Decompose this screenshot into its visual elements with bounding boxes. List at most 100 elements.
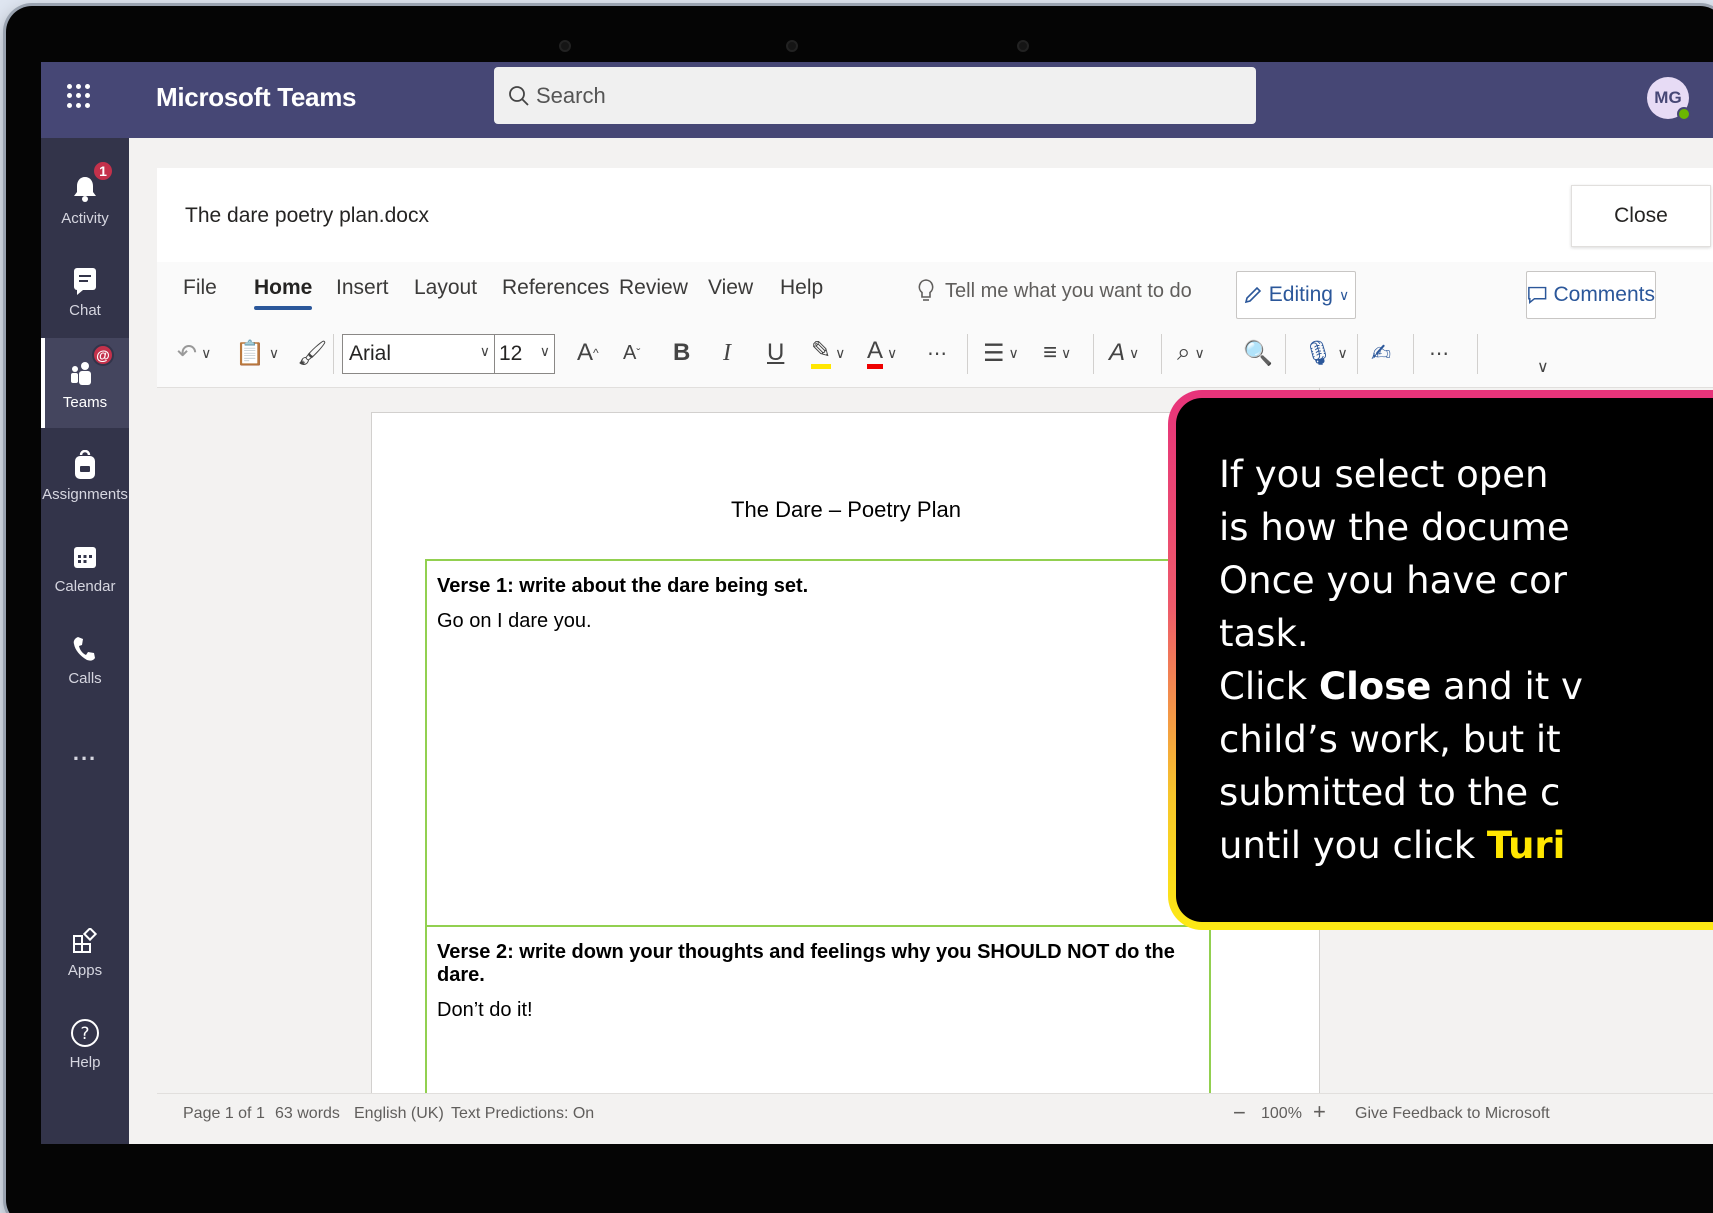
verse-body: Go on I dare you. xyxy=(437,610,592,632)
undo-icon[interactable]: ↶ ∨ xyxy=(177,334,211,372)
verse-heading: Verse 2: write down your thoughts and fe… xyxy=(437,941,1175,986)
callout-text: and it v xyxy=(1431,665,1583,708)
callout-line: submitted to the c xyxy=(1219,771,1561,814)
more-font-options-icon[interactable]: ⋯ xyxy=(927,334,947,372)
font-color-icon[interactable]: A ∨ xyxy=(867,334,897,372)
tab-insert[interactable]: Insert xyxy=(336,276,389,300)
italic-icon[interactable]: I xyxy=(723,334,731,372)
feedback-link[interactable]: Give Feedback to Microsoft xyxy=(1355,1105,1550,1123)
callout-line: until you click Turi xyxy=(1219,819,1713,872)
callout-line: child’s work, but it xyxy=(1219,718,1561,761)
rail-item-teams[interactable]: @ Teams xyxy=(41,338,129,428)
grow-font-icon[interactable]: A ^ xyxy=(577,334,599,372)
font-name-select[interactable]: Arial ∨ xyxy=(342,334,495,374)
callout-text: Click xyxy=(1219,665,1319,708)
tab-help[interactable]: Help xyxy=(780,276,823,300)
rail-label: Apps xyxy=(67,961,103,979)
align-icon[interactable]: ≡ ∨ xyxy=(1043,334,1071,372)
tab-home[interactable]: Home xyxy=(254,276,313,310)
verse-body: Don’t do it! xyxy=(437,999,533,1021)
more-options-icon[interactable]: ⋯ xyxy=(1429,334,1449,372)
document-header: The dare poetry plan.docx Close xyxy=(157,168,1713,262)
rail-item-calls[interactable]: Calls xyxy=(41,614,129,704)
bold-icon[interactable]: B xyxy=(673,334,690,372)
toolbar-divider xyxy=(333,334,334,374)
rail-item-calendar[interactable]: Calendar xyxy=(41,522,129,612)
table-row[interactable]: Verse 2: write down your thoughts and fe… xyxy=(427,927,1209,1093)
camera-dot xyxy=(1017,40,1029,52)
editing-mode-dropdown[interactable]: Editing ∨ xyxy=(1236,271,1356,319)
tab-view[interactable]: View xyxy=(708,276,753,300)
rail-item-assignments[interactable]: Assignments xyxy=(41,430,129,520)
verse-heading: Verse 1: write about the dare being set. xyxy=(437,575,809,597)
rail-label: Assignments xyxy=(42,485,128,503)
zoom-out-icon[interactable]: − xyxy=(1233,1100,1246,1126)
tell-me-box[interactable]: Tell me what you want to do xyxy=(917,278,1192,304)
poetry-plan-table: Verse 1: write about the dare being set.… xyxy=(425,559,1211,1093)
toolbar-divider xyxy=(1093,334,1094,374)
editing-label: Editing xyxy=(1268,283,1333,306)
find-icon[interactable]: ⌕ ∨ xyxy=(1177,334,1205,372)
language-status[interactable]: English (UK) xyxy=(354,1105,444,1123)
status-bar: Page 1 of 1 63 words English (UK) Text P… xyxy=(157,1093,1713,1133)
toolbar-divider xyxy=(1413,334,1414,374)
rail-item-activity[interactable]: 1 Activity xyxy=(41,154,129,244)
app-title: Microsoft Teams xyxy=(156,82,357,112)
callout-line: is how the docume xyxy=(1219,506,1570,549)
callout-highlight-turn-in: Turi xyxy=(1486,824,1566,867)
callout-line: If you select open xyxy=(1219,453,1549,496)
home-toolbar: ↶∨ 📋∨ 🖌 Arial ∨ 12 ∨ A^ Aˇ B I U ✎∨ xyxy=(157,326,1713,382)
clipboard-icon[interactable]: 📋 ∨ xyxy=(235,334,279,372)
dictate-icon[interactable]: 🎙 ∨ xyxy=(1303,334,1348,372)
rail-item-chat[interactable]: Chat xyxy=(41,246,129,336)
instruction-callout: If you select open is how the docume Onc… xyxy=(1168,390,1713,930)
document-filename: The dare poetry plan.docx xyxy=(185,204,429,227)
editor-icon[interactable]: 🔍 xyxy=(1243,334,1273,372)
underline-icon[interactable]: U xyxy=(767,334,784,372)
toolbar-divider xyxy=(1357,334,1358,374)
search-box[interactable] xyxy=(494,67,1256,124)
word-ribbon: File Home Insert Layout References Revie… xyxy=(157,262,1713,388)
close-button[interactable]: Close xyxy=(1571,185,1711,247)
tab-review[interactable]: Review xyxy=(619,276,688,300)
tab-file[interactable]: File xyxy=(183,276,217,300)
zoom-level[interactable]: 100% xyxy=(1261,1105,1302,1123)
camera-lens xyxy=(786,40,798,52)
camera-dot xyxy=(559,40,571,52)
toolbar-divider xyxy=(967,334,968,374)
word-count[interactable]: 63 words xyxy=(275,1105,340,1123)
shrink-font-icon[interactable]: Aˇ xyxy=(623,334,640,372)
tab-layout[interactable]: Layout xyxy=(414,276,477,300)
highlight-icon[interactable]: ✎ ∨ xyxy=(811,334,845,372)
bullets-icon[interactable]: ☰ ∨ xyxy=(983,334,1019,372)
help-icon: ? xyxy=(68,1016,102,1050)
rail-label: Teams xyxy=(62,393,108,411)
page-count: Page 1 of 1 xyxy=(183,1105,265,1122)
presence-available-icon xyxy=(1677,107,1691,121)
app-launcher-icon[interactable] xyxy=(59,76,99,116)
backpack-icon xyxy=(68,448,102,482)
font-size-select[interactable]: 12 ∨ xyxy=(495,334,555,374)
rail-item-help[interactable]: ? Help xyxy=(41,998,129,1088)
calendar-icon xyxy=(68,540,102,574)
tab-references[interactable]: References xyxy=(502,276,609,300)
format-painter-icon[interactable]: 🖌 xyxy=(297,334,327,372)
rail-item-more[interactable]: ... xyxy=(41,706,129,796)
rail-label: Calendar xyxy=(54,577,116,595)
styles-icon[interactable]: A ∨ xyxy=(1109,334,1139,372)
app-rail: 1 Activity Chat @ Teams Assignments Cale… xyxy=(41,138,129,1144)
table-row[interactable]: Verse 1: write about the dare being set.… xyxy=(427,561,1209,927)
comments-button[interactable]: Comments xyxy=(1526,271,1656,319)
callout-line: Click Close and it v xyxy=(1219,660,1713,713)
more-icon: ... xyxy=(72,740,98,765)
ribbon-collapse-icon[interactable]: ∨ xyxy=(1537,348,1549,386)
phone-icon xyxy=(68,632,102,666)
text-predictions-status[interactable]: Text Predictions: On xyxy=(451,1105,594,1123)
chevron-down-icon: ∨ xyxy=(1338,286,1350,303)
rail-item-apps[interactable]: Apps xyxy=(41,906,129,996)
bell-icon: 1 xyxy=(68,159,114,206)
search-input[interactable] xyxy=(536,82,1236,109)
toolbar-divider xyxy=(1161,334,1162,374)
zoom-in-icon[interactable]: + xyxy=(1313,1099,1326,1125)
designer-icon[interactable]: ✍ xyxy=(1371,334,1391,372)
